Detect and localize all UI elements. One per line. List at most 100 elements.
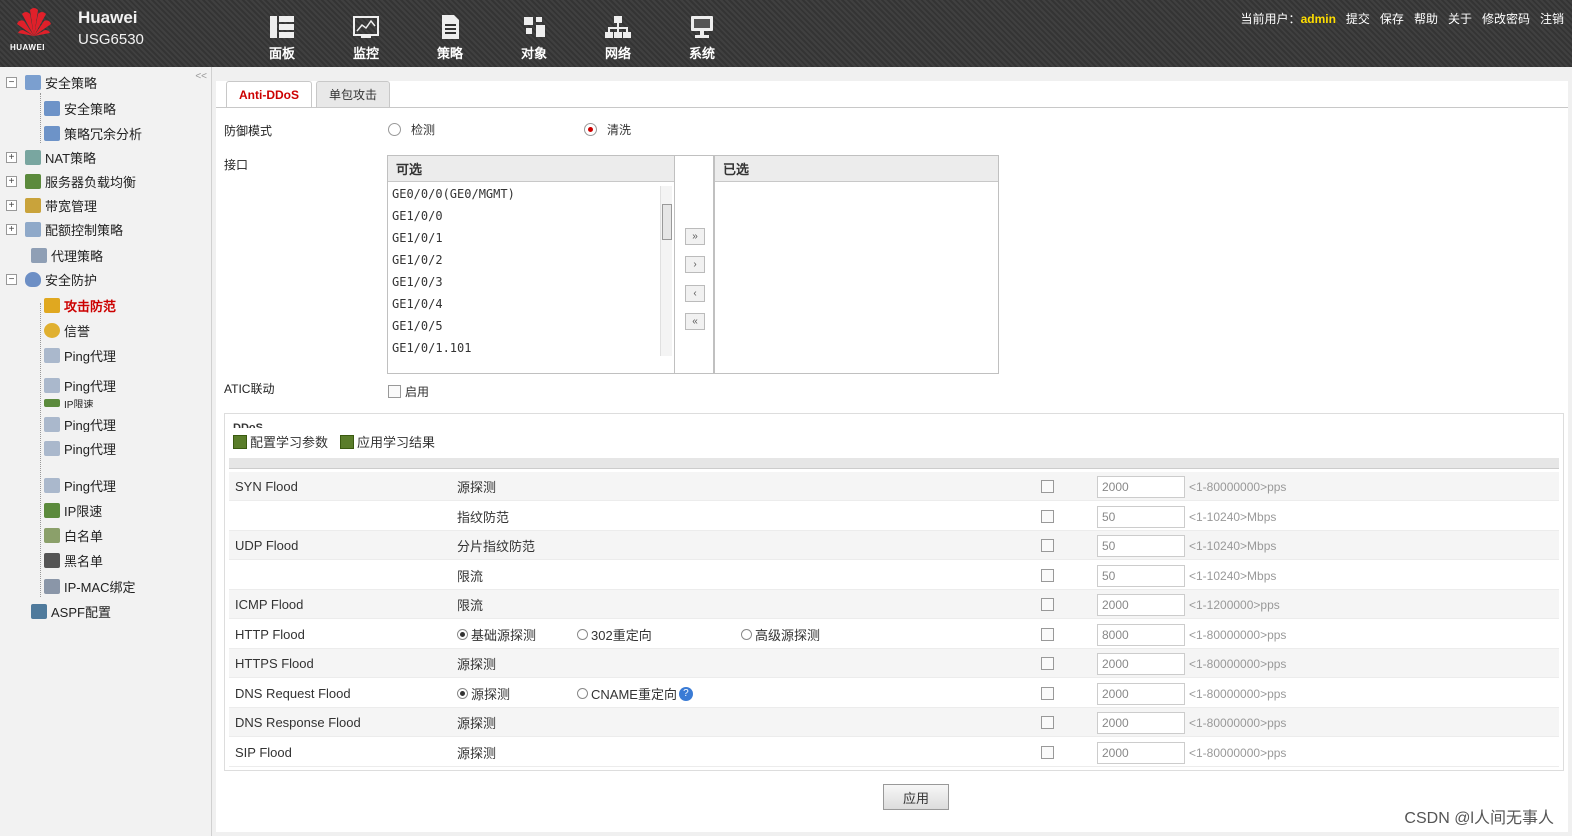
- expand-icon[interactable]: +: [6, 151, 17, 163]
- enable-checkbox[interactable]: [1041, 590, 1054, 619]
- available-interfaces-list[interactable]: 可选 GE0/0/0(GE0/MGMT) GE1/0/0 GE1/0/1 GE1…: [387, 155, 676, 374]
- ddos-title: DDoS: [233, 422, 263, 428]
- sidebar-item-security-policy[interactable]: − 安全策略: [6, 72, 97, 92]
- method-radio[interactable]: 基础源探测: [457, 625, 536, 644]
- threshold-input[interactable]: 8000: [1097, 620, 1185, 649]
- add-button[interactable]: ›: [685, 256, 705, 273]
- sidebar-item-ping-proxy[interactable]: Ping代理: [44, 375, 116, 395]
- sidebar-item-ping-proxy[interactable]: Ping代理: [44, 475, 116, 495]
- list-item[interactable]: GE0/0/0(GE0/MGMT): [388, 183, 675, 205]
- apply-learning-button[interactable]: 应用学习结果: [340, 432, 435, 451]
- collapse-sidebar-button[interactable]: <<: [195, 71, 207, 82]
- sidebar-item-redundancy[interactable]: 策略冗余分析: [44, 123, 142, 143]
- list-item[interactable]: GE1/0/0: [388, 205, 675, 227]
- bandwidth-icon: [25, 197, 41, 213]
- sidebar-item-bandwidth[interactable]: + 带宽管理: [6, 195, 97, 215]
- add-all-button[interactable]: »: [685, 228, 705, 245]
- help-link[interactable]: 帮助: [1414, 10, 1438, 27]
- sidebar-item-ip-limit[interactable]: IP限速: [44, 500, 102, 520]
- sidebar-item-ip-mac[interactable]: IP-MAC绑定: [44, 576, 136, 596]
- aspf-icon: [31, 603, 47, 619]
- list-item[interactable]: GE1/0/1: [388, 227, 675, 249]
- submit-link[interactable]: 提交: [1346, 10, 1370, 27]
- list-item[interactable]: GE1/0/4: [388, 293, 675, 315]
- help-icon[interactable]: ?: [678, 686, 693, 701]
- sidebar-item-blacklist[interactable]: 黑名单: [44, 550, 103, 570]
- sidebar-item-attack-defense[interactable]: 攻击防范: [44, 295, 116, 315]
- nav-network[interactable]: 网络: [576, 0, 660, 67]
- save-link[interactable]: 保存: [1380, 10, 1404, 27]
- threshold-input[interactable]: 50: [1097, 561, 1185, 590]
- nav-policy[interactable]: 策略: [408, 0, 492, 67]
- enable-checkbox[interactable]: [1041, 649, 1054, 678]
- tab-single-packet[interactable]: 单包攻击: [316, 81, 391, 107]
- list-item[interactable]: GE1/0/2: [388, 249, 675, 271]
- selected-interfaces-list[interactable]: 已选: [714, 155, 999, 374]
- sidebar-item-nat[interactable]: + NAT策略: [6, 147, 96, 167]
- sidebar-item-reputation[interactable]: 信誉: [44, 320, 90, 340]
- ping-icon: [44, 377, 60, 393]
- scrollbar-thumb[interactable]: [662, 204, 672, 240]
- enable-checkbox[interactable]: [1041, 502, 1054, 531]
- method-radio[interactable]: CNAME重定向?: [577, 684, 693, 703]
- enable-checkbox[interactable]: [1041, 738, 1054, 767]
- collapse-icon[interactable]: −: [6, 273, 17, 285]
- sidebar-item-quota[interactable]: + 配额控制策略: [6, 219, 123, 239]
- sidebar-item-ip-limit-partial[interactable]: IP限速: [44, 398, 93, 408]
- tab-anti-ddos[interactable]: Anti-DDoS: [226, 81, 312, 107]
- collapse-icon[interactable]: −: [6, 76, 17, 88]
- threshold-input[interactable]: 2000: [1097, 738, 1185, 767]
- enable-checkbox[interactable]: [1041, 561, 1054, 590]
- threshold-range: <1-80000000>pps: [1189, 656, 1287, 671]
- nav-object[interactable]: 对象: [492, 0, 576, 67]
- sidebar-item-slb[interactable]: + 服务器负载均衡: [6, 171, 136, 191]
- threshold-input[interactable]: 2000: [1097, 708, 1185, 737]
- sidebar-item-security-protect[interactable]: − 安全防护: [6, 269, 97, 289]
- expand-icon[interactable]: +: [6, 175, 17, 187]
- change-password-link[interactable]: 修改密码: [1482, 10, 1530, 27]
- sidebar-item-aspf[interactable]: ASPF配置: [31, 601, 111, 621]
- method-radio[interactable]: 源探测: [457, 684, 510, 703]
- enable-checkbox[interactable]: [1041, 531, 1054, 560]
- config-learning-button[interactable]: 配置学习参数: [233, 432, 328, 451]
- about-link[interactable]: 关于: [1448, 10, 1472, 27]
- checkbox-icon: [1041, 628, 1054, 641]
- method-radio[interactable]: 高级源探测: [741, 625, 820, 644]
- policy-icon: [442, 15, 459, 39]
- sidebar-item-proxy[interactable]: 代理策略: [31, 245, 103, 265]
- nav-system[interactable]: 系统: [660, 0, 744, 67]
- logout-link[interactable]: 注销: [1540, 10, 1564, 27]
- list-item[interactable]: GE1/0/3: [388, 271, 675, 293]
- expand-icon[interactable]: +: [6, 199, 17, 211]
- threshold-input[interactable]: 2000: [1097, 590, 1185, 619]
- list-scrollbar[interactable]: [660, 186, 672, 356]
- threshold-input[interactable]: 2000: [1097, 649, 1185, 678]
- apply-button[interactable]: 应用: [883, 784, 949, 810]
- sidebar-item-ping-proxy[interactable]: Ping代理: [44, 416, 116, 432]
- threshold-input[interactable]: 50: [1097, 531, 1185, 560]
- threshold-input[interactable]: 50: [1097, 502, 1185, 531]
- enable-checkbox[interactable]: [1041, 708, 1054, 737]
- nav-dashboard[interactable]: 面板: [240, 0, 324, 67]
- sidebar-item-security-policy-sub[interactable]: 安全策略: [44, 98, 116, 118]
- nav-monitor[interactable]: 监控: [324, 0, 408, 67]
- list-item[interactable]: GE1/0/1.101: [388, 337, 675, 359]
- monitor-icon: [353, 16, 379, 38]
- sidebar-item-ping-proxy[interactable]: Ping代理: [44, 345, 116, 365]
- remove-button[interactable]: ‹: [685, 285, 705, 302]
- enable-checkbox[interactable]: [1041, 472, 1054, 501]
- mode-clean-radio[interactable]: 清洗: [584, 121, 631, 138]
- method-radio[interactable]: 302重定向: [577, 625, 652, 644]
- list-item[interactable]: GE1/0/5: [388, 315, 675, 337]
- remove-all-button[interactable]: «: [685, 313, 705, 330]
- threshold-input[interactable]: 2000: [1097, 679, 1185, 708]
- atic-enable-checkbox[interactable]: 启用: [388, 383, 429, 400]
- mode-detect-radio[interactable]: 检测: [388, 121, 435, 138]
- expand-icon[interactable]: +: [6, 223, 17, 235]
- checkbox-icon: [1041, 598, 1054, 611]
- enable-checkbox[interactable]: [1041, 620, 1054, 649]
- enable-checkbox[interactable]: [1041, 679, 1054, 708]
- threshold-input[interactable]: 2000: [1097, 472, 1185, 501]
- sidebar-item-ping-proxy[interactable]: Ping代理: [44, 438, 116, 458]
- sidebar-item-whitelist[interactable]: 白名单: [44, 525, 103, 545]
